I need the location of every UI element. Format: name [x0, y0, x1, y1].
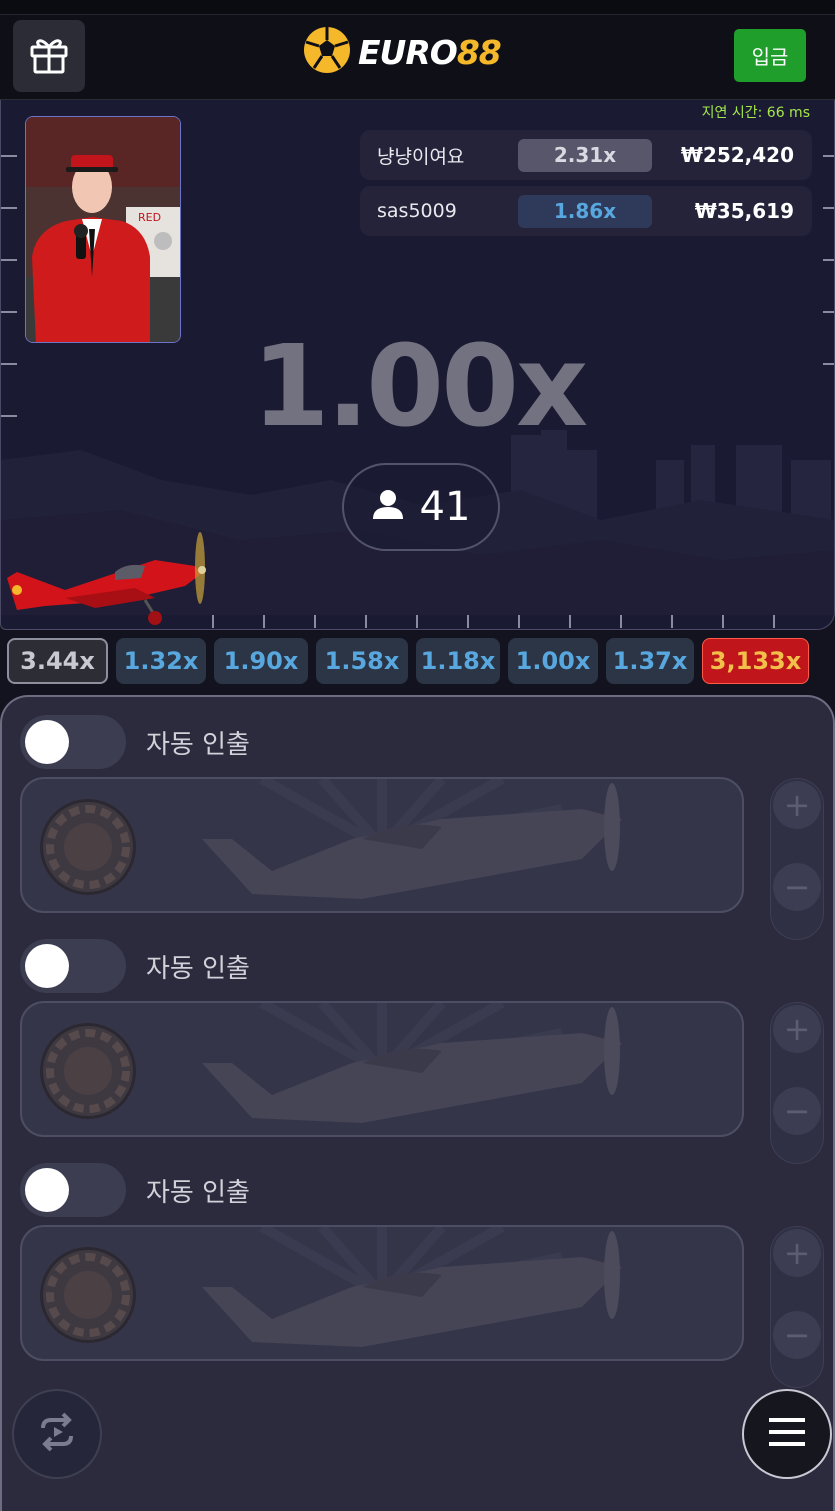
repeat-icon [33, 1408, 81, 1460]
bet-card[interactable] [20, 1225, 744, 1361]
auto-cashout-row: 자동 인출 [20, 714, 250, 770]
presenter-video[interactable]: RED [25, 116, 181, 343]
toggle-knob [25, 720, 69, 764]
game-area: 지연 시간: 66 ms RED 냥냥이여요 2.31x ₩252,420 sa… [0, 100, 835, 630]
history-item[interactable]: 1.18x [416, 638, 500, 684]
live-bet-row: 냥냥이여요 2.31x ₩252,420 [360, 130, 812, 180]
auto-cashout-toggle[interactable] [20, 939, 126, 993]
increase-bet-button[interactable]: + [773, 1005, 821, 1053]
auto-cashout-toggle[interactable] [20, 715, 126, 769]
replay-button[interactable] [12, 1389, 102, 1479]
auto-cashout-label: 자동 인출 [146, 953, 250, 984]
auto-cashout-row: 자동 인출 [20, 1162, 250, 1218]
plus-icon: + [783, 1234, 811, 1272]
top-bar: EURO88 입금 [0, 0, 835, 100]
bet-card[interactable] [20, 1001, 744, 1137]
minus-icon: − [783, 1092, 811, 1130]
toggle-knob [25, 1168, 69, 1212]
chip-icon [40, 799, 136, 895]
gift-button[interactable] [13, 20, 85, 92]
history-item[interactable]: 1.37x [606, 638, 694, 684]
increase-bet-button[interactable]: + [773, 1229, 821, 1277]
history-item[interactable]: 1.00x [508, 638, 598, 684]
decrease-bet-button[interactable]: − [773, 863, 821, 911]
live-bet-amount: ₩35,619 [694, 199, 794, 223]
current-multiplier: 1.00x [251, 322, 589, 452]
logo-text-euro: EURO [358, 32, 458, 72]
hamburger-menu-icon [767, 1416, 807, 1452]
history-item[interactable]: 3,133x [702, 638, 809, 684]
chip-icon [40, 1247, 136, 1343]
toggle-knob [25, 944, 69, 988]
live-bet-amount: ₩252,420 [680, 143, 794, 167]
euro88-logo[interactable]: EURO88 [302, 25, 502, 79]
airplane-icon [5, 528, 215, 629]
minus-icon: − [783, 868, 811, 906]
deposit-button[interactable]: 입금 [734, 29, 806, 82]
bet-stepper: + − [770, 1226, 824, 1388]
gift-icon [27, 32, 71, 80]
bet-stepper: + − [770, 1002, 824, 1164]
chip-icon [40, 1023, 136, 1119]
history-item[interactable]: 1.90x [214, 638, 308, 684]
live-bet-row: sas5009 1.86x ₩35,619 [360, 186, 812, 236]
svg-text:RED: RED [138, 211, 161, 224]
live-bet-multiplier: 2.31x [518, 138, 652, 172]
increase-bet-button[interactable]: + [773, 781, 821, 829]
user-icon [372, 484, 404, 530]
logo-text-88: 88 [456, 32, 502, 72]
history-item[interactable]: 1.58x [316, 638, 408, 684]
auto-cashout-toggle[interactable] [20, 1163, 126, 1217]
live-bet-player: 냥냥이여요 [377, 145, 465, 168]
decrease-bet-button[interactable]: − [773, 1087, 821, 1135]
logo-text: EURO88 [358, 32, 502, 72]
bet-panel: 자동 인출 + − 자동 인출 + − 자동 인출 + − [0, 695, 835, 1511]
plus-icon: + [783, 1010, 811, 1048]
menu-button[interactable] [742, 1389, 832, 1479]
auto-cashout-label: 자동 인출 [146, 1177, 250, 1208]
auto-cashout-row: 자동 인출 [20, 938, 250, 994]
live-bet-multiplier: 1.86x [518, 194, 652, 228]
player-count-badge: 41 [342, 463, 500, 551]
history-item[interactable]: 3.44x [7, 638, 108, 684]
live-bet-player: sas5009 [377, 200, 457, 222]
minus-icon: − [783, 1316, 811, 1354]
bet-stepper: + − [770, 778, 824, 940]
history-item[interactable]: 1.32x [116, 638, 206, 684]
latency-indicator: 지연 시간: 66 ms [701, 105, 810, 121]
plus-icon: + [783, 786, 811, 824]
multiplier-history: 3.44x 1.32x 1.90x 1.58x 1.18x 1.00x 1.37… [0, 638, 835, 688]
player-count: 41 [419, 484, 471, 530]
decrease-bet-button[interactable]: − [773, 1311, 821, 1359]
bet-card[interactable] [20, 777, 744, 913]
soccer-ball-icon [302, 25, 352, 79]
auto-cashout-label: 자동 인출 [146, 729, 250, 760]
